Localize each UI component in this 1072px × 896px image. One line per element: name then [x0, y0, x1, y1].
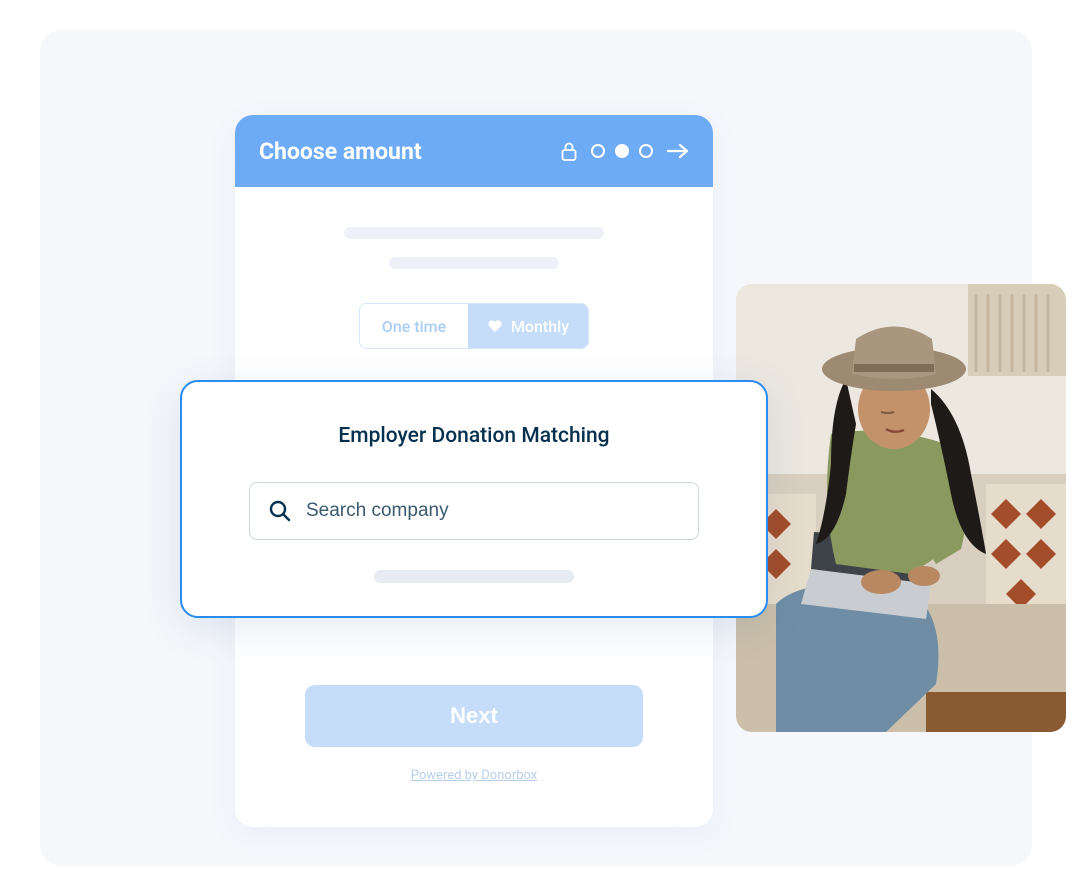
search-icon	[268, 499, 292, 523]
lifestyle-photo	[736, 284, 1066, 732]
search-box[interactable]	[249, 482, 699, 540]
frequency-monthly-button[interactable]: Monthly	[468, 304, 588, 348]
step-indicator	[591, 144, 653, 158]
card-title: Choose amount	[259, 138, 422, 165]
modal-title: Employer Donation Matching	[338, 424, 609, 448]
page-backdrop: Choose amount	[40, 30, 1032, 866]
employer-matching-modal: Employer Donation Matching	[180, 380, 768, 618]
placeholder-line	[389, 257, 559, 269]
frequency-onetime-label: One time	[382, 317, 446, 336]
step-dot-3	[639, 144, 653, 158]
arrow-right-icon[interactable]	[667, 143, 689, 159]
header-right	[561, 142, 689, 161]
frequency-monthly-label: Monthly	[511, 317, 569, 336]
placeholder-line	[344, 227, 604, 239]
lock-icon	[561, 142, 577, 161]
card-header: Choose amount	[235, 115, 713, 187]
heart-icon	[487, 319, 503, 333]
step-dot-1	[591, 144, 605, 158]
frequency-toggle: One time Monthly	[359, 303, 589, 349]
frequency-onetime-button[interactable]: One time	[360, 304, 468, 348]
placeholder-line	[374, 570, 574, 583]
search-input[interactable]	[306, 500, 680, 522]
next-button[interactable]: Next	[305, 685, 643, 747]
step-dot-2	[615, 144, 629, 158]
next-button-label: Next	[450, 703, 498, 728]
powered-by-link[interactable]: Powered by Donorbox	[411, 768, 538, 783]
card-body: One time Monthly	[235, 187, 713, 349]
